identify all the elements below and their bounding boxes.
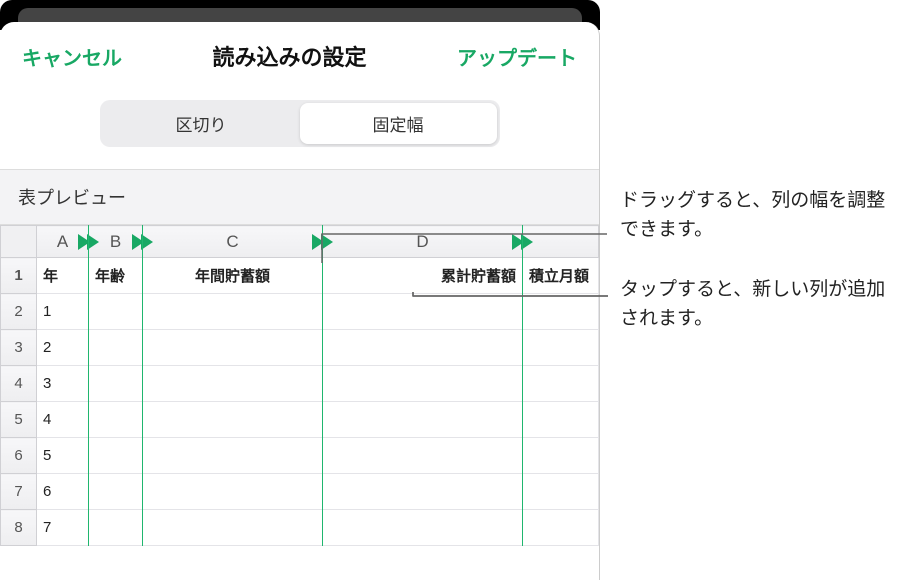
column-width-handle-icon[interactable] — [87, 234, 99, 250]
cell[interactable] — [523, 510, 599, 546]
cell[interactable]: 1 — [37, 294, 89, 330]
cell[interactable]: 年間貯蓄額 — [143, 258, 323, 294]
cell[interactable] — [323, 474, 523, 510]
cell[interactable]: 年 — [37, 258, 89, 294]
cell[interactable] — [89, 402, 143, 438]
preview-section-header: 表プレビュー — [0, 169, 599, 225]
cell[interactable]: 3 — [37, 366, 89, 402]
segment-fixed-width[interactable]: 固定幅 — [300, 103, 497, 144]
cancel-button[interactable]: キャンセル — [22, 42, 122, 71]
callout-drag: ドラッグすると、列の幅を調整できます。 — [620, 186, 899, 245]
cell[interactable]: 7 — [37, 510, 89, 546]
nav-bar: キャンセル 読み込みの設定 アップデート — [0, 22, 599, 82]
cell[interactable]: 6 — [37, 474, 89, 510]
cell[interactable] — [323, 402, 523, 438]
cell[interactable] — [323, 330, 523, 366]
cell[interactable] — [523, 438, 599, 474]
row-header: 7 — [1, 474, 37, 510]
cell[interactable] — [523, 330, 599, 366]
sheet-title: 読み込みの設定 — [212, 40, 366, 72]
segmented-wrap: 区切り 固定幅 — [0, 82, 599, 169]
cell[interactable] — [89, 510, 143, 546]
column-width-handle-icon[interactable] — [141, 234, 153, 250]
cell[interactable] — [523, 474, 599, 510]
cell[interactable] — [523, 402, 599, 438]
col-header-a[interactable]: A — [37, 226, 89, 258]
col-letter: C — [226, 232, 238, 251]
cell[interactable] — [323, 366, 523, 402]
row-header: 8 — [1, 510, 37, 546]
cell[interactable] — [89, 438, 143, 474]
update-button[interactable]: アップデート — [457, 42, 577, 71]
col-header-c[interactable]: C — [143, 226, 323, 258]
cell[interactable] — [143, 510, 323, 546]
cell[interactable] — [143, 402, 323, 438]
row-header: 2 — [1, 294, 37, 330]
callout-leader-icon — [413, 268, 613, 308]
col-header-b[interactable]: B — [89, 226, 143, 258]
col-letter: B — [110, 232, 121, 251]
row-header: 1 — [1, 258, 37, 294]
callout-tap: タップすると、新しい列が追加されます。 — [620, 275, 899, 334]
cell[interactable] — [523, 366, 599, 402]
row-header: 4 — [1, 366, 37, 402]
cell[interactable] — [323, 510, 523, 546]
cell[interactable] — [143, 474, 323, 510]
cell[interactable]: 2 — [37, 330, 89, 366]
row-header: 6 — [1, 438, 37, 474]
cell[interactable]: 年齢 — [89, 258, 143, 294]
cell[interactable] — [89, 474, 143, 510]
cell[interactable] — [143, 438, 323, 474]
cell[interactable] — [89, 366, 143, 402]
cell[interactable] — [323, 438, 523, 474]
grid-corner — [1, 226, 37, 258]
cell[interactable] — [89, 294, 143, 330]
cell[interactable] — [143, 366, 323, 402]
row-header: 5 — [1, 402, 37, 438]
cell[interactable]: 4 — [37, 402, 89, 438]
cell[interactable]: 5 — [37, 438, 89, 474]
cell[interactable] — [143, 294, 323, 330]
cell[interactable] — [143, 330, 323, 366]
col-letter: A — [57, 232, 68, 251]
segment-delimited[interactable]: 区切り — [103, 103, 300, 144]
cell[interactable] — [89, 330, 143, 366]
mode-segmented-control[interactable]: 区切り 固定幅 — [100, 100, 500, 147]
row-header: 3 — [1, 330, 37, 366]
